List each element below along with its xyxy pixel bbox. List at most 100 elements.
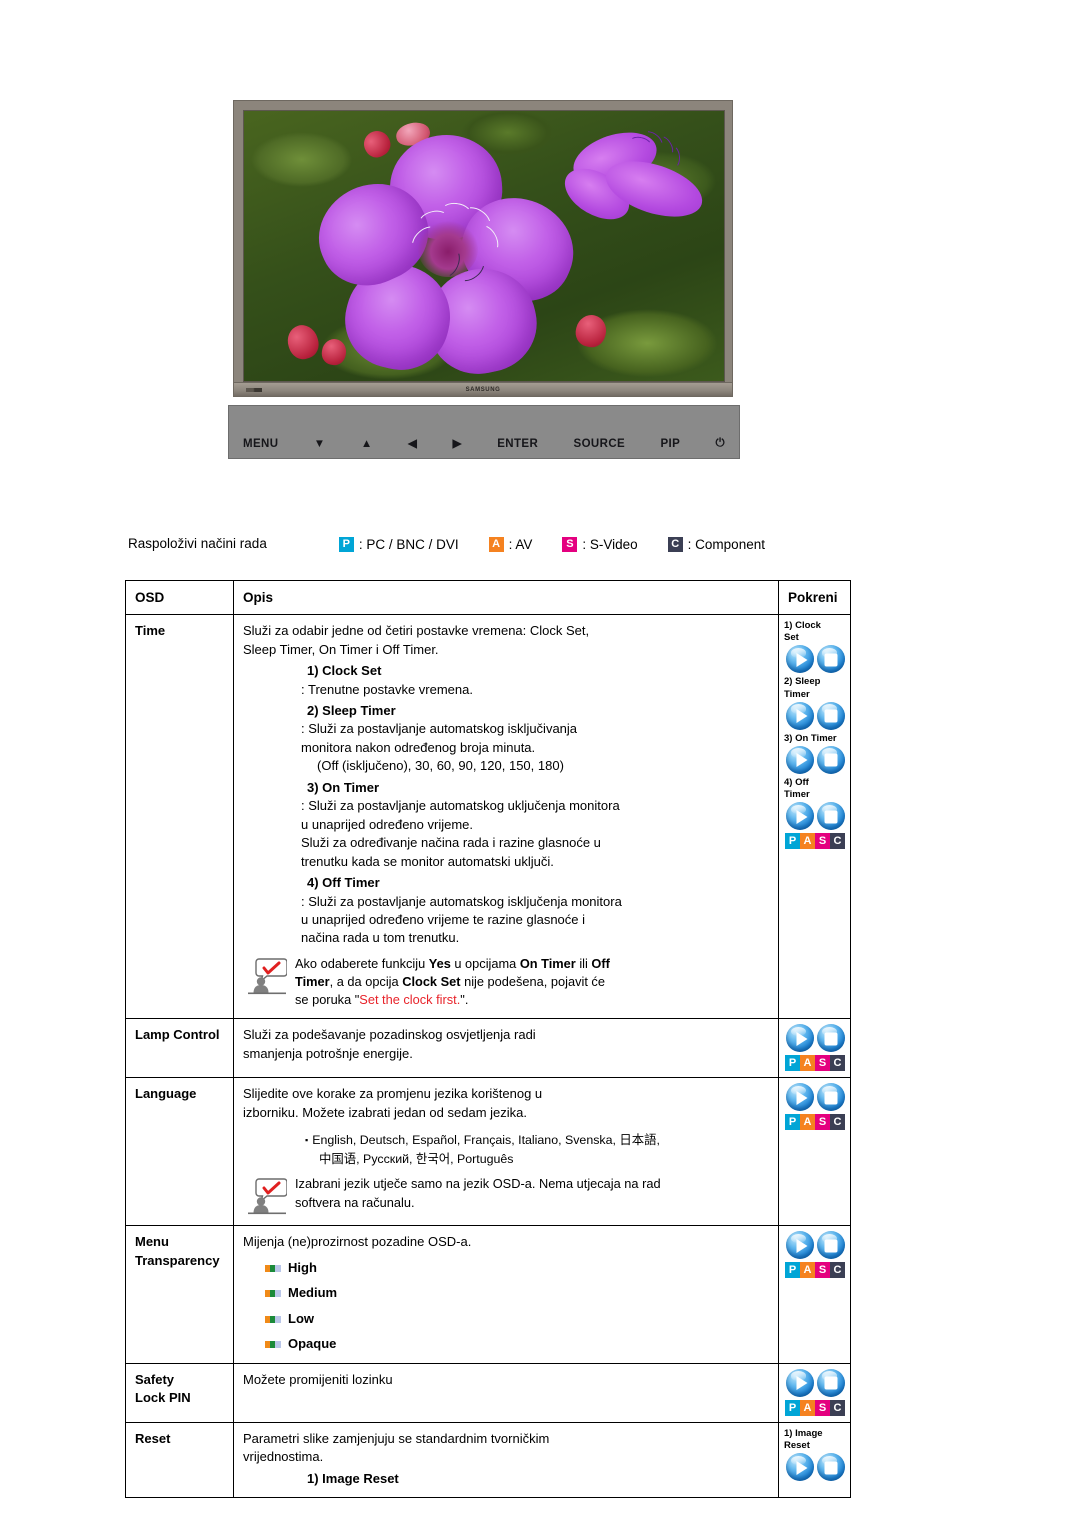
monitor-button-source[interactable]: SOURCE: [574, 438, 626, 450]
description-text: Mijenja (ne)prozirnost pozadine OSD-a.: [243, 1234, 472, 1250]
enter-square-glyph: [824, 1376, 837, 1390]
osd-button-pair: [784, 1083, 846, 1112]
enter-button-icon[interactable]: [816, 1024, 845, 1053]
enter-square-glyph: [824, 1239, 837, 1253]
pasc-badge-p: P: [785, 1055, 800, 1072]
enter-square-glyph: [824, 753, 837, 767]
monitor-button-up[interactable]: ▲: [361, 438, 373, 451]
osd-button-pair: [784, 645, 846, 674]
transparency-option[interactable]: Medium: [265, 1284, 769, 1302]
play-button-icon[interactable]: [785, 1024, 814, 1053]
sub-option-description: : Trenutne postavke vremena.: [301, 681, 473, 697]
transparency-option[interactable]: Low: [265, 1310, 769, 1328]
pokreni-step-label: 2) Sleep Timer: [784, 676, 821, 700]
monitor-illustration: SAMSUNG MENU ▼ ▲ ◀ ▶ ENTER SOURCE PIP ⏻: [228, 100, 740, 459]
osd-button-pair: [784, 1453, 846, 1482]
monitor-button-pip[interactable]: PIP: [660, 438, 680, 450]
transparency-bullet-icon: [265, 1264, 281, 1272]
pokreni-step-label: 3) On Timer: [784, 732, 837, 744]
enter-button-icon[interactable]: [816, 645, 845, 674]
description-text: Slijedite ove korake za promjenu jezika …: [243, 1086, 543, 1120]
monitor-button-enter[interactable]: ENTER: [497, 438, 538, 450]
secondary-purple-flower: [556, 122, 712, 239]
play-button-icon[interactable]: [785, 1231, 814, 1260]
transparency-bullet-icon: [265, 1290, 281, 1298]
note-person-checkmark-icon: [247, 1176, 288, 1216]
note-block: Izabrani jezik utječe samo na jezik OSD-…: [247, 1175, 769, 1216]
sub-option-description: : Služi za postavljanje automatskog iskl…: [301, 721, 578, 755]
transparency-option-label: Opaque: [288, 1336, 337, 1352]
enter-button-icon[interactable]: [816, 1453, 845, 1482]
osd-description-table: OSD Opis Pokreni Time Služi za odabir jed…: [125, 579, 851, 1499]
play-button-icon[interactable]: [785, 701, 814, 730]
osd-name-cell: Language: [125, 1077, 234, 1227]
monitor-button-left[interactable]: ◀: [408, 438, 417, 451]
pokreni-cell: PASC: [778, 1225, 851, 1364]
pokreni-cell: PASC: [778, 1018, 851, 1079]
pokreni-cell: 1) Clock Set 2) Sleep Timer 3) On Timer 4) …: [778, 614, 851, 1020]
play-triangle-glyph: [796, 809, 807, 824]
enter-button-icon[interactable]: [816, 745, 845, 774]
monitor-button-power[interactable]: ⏻: [716, 437, 726, 450]
table-row: Reset Parametri slike zamjenjuju se stand…: [125, 1421, 851, 1499]
osd-name-cell: Menu Transparency: [125, 1225, 234, 1364]
play-button-icon[interactable]: [785, 745, 814, 774]
enter-button-icon[interactable]: [816, 802, 845, 831]
enter-button-icon[interactable]: [816, 1368, 845, 1397]
pasc-badge-c: C: [830, 1114, 845, 1131]
play-button-icon[interactable]: [785, 1368, 814, 1397]
sub-option-values: (Off (isključeno), 30, 60, 90, 120, 150,…: [317, 758, 564, 774]
monitor-button-right[interactable]: ▶: [453, 438, 462, 451]
transparency-option[interactable]: High: [265, 1259, 769, 1277]
transparency-option[interactable]: Opaque: [265, 1335, 769, 1353]
sub-option-title: 4) Off Timer: [307, 875, 380, 891]
pasc-badge-a: A: [800, 833, 815, 850]
mode-label: : PC / BNC / DVI: [358, 537, 459, 552]
play-button-icon[interactable]: [785, 802, 814, 831]
pasc-badge-a: A: [800, 1399, 815, 1416]
description-text: Služi za podešavanje pozadinskog osvjetl…: [243, 1027, 536, 1061]
description-cell: Slijedite ove korake za promjenu jezika …: [233, 1077, 779, 1227]
mode-label: : Component: [687, 537, 765, 552]
mode-badge-icon: S: [562, 537, 578, 552]
pokreni-step-label: 1) Image Reset: [784, 1427, 823, 1451]
monitor-button-down[interactable]: ▼: [314, 438, 326, 451]
enter-button-icon[interactable]: [816, 1231, 845, 1260]
transparency-bullet-icon: [265, 1340, 281, 1348]
osd-button-pair: [784, 745, 846, 774]
pasc-badge-s: S: [815, 1262, 830, 1279]
pasc-badge-s: S: [815, 1114, 830, 1131]
pasc-badge-a: A: [800, 1055, 815, 1072]
table-row: Lamp Control Služi za podešavanje pozadin…: [125, 1018, 851, 1079]
enter-square-glyph: [824, 653, 837, 667]
mode-label: : S-Video: [582, 537, 638, 552]
pokreni-cell: PASC: [778, 1077, 851, 1227]
main-purple-flower: [302, 131, 589, 381]
play-triangle-glyph: [796, 1090, 807, 1105]
pokreni-cell: 1) Image Reset: [778, 1421, 851, 1499]
mode-label: : AV: [508, 537, 533, 552]
enter-button-icon[interactable]: [816, 1083, 845, 1112]
mode-badge-icon: A: [488, 537, 504, 552]
pasc-badge-a: A: [800, 1114, 815, 1131]
transparency-bullet-icon: [265, 1315, 281, 1323]
play-triangle-glyph: [796, 653, 807, 668]
note-block: Ako odaberete funkciju Yes u opcijama On…: [247, 955, 769, 1009]
sub-option-title: 3) On Timer: [307, 779, 380, 795]
play-button-icon[interactable]: [785, 1083, 814, 1112]
play-button-icon[interactable]: [785, 1453, 814, 1482]
column-header-pokreni: Pokreni: [778, 579, 851, 616]
monitor-bezel: [233, 100, 733, 383]
monitor-button-menu[interactable]: MENU: [243, 438, 278, 450]
transparency-option-label: Medium: [288, 1285, 338, 1301]
enter-square-glyph: [824, 709, 837, 723]
osd-name-cell: Time: [125, 614, 234, 1020]
enter-button-icon[interactable]: [816, 701, 845, 730]
play-button-icon[interactable]: [785, 645, 814, 674]
table-row: Menu Transparency Mijenja (ne)prozirnost …: [125, 1225, 851, 1364]
bullet-icon: ▪: [305, 1135, 309, 1146]
play-triangle-glyph: [796, 1460, 807, 1475]
pasc-badge-row: PASC: [784, 833, 846, 850]
pasc-badge-row: PASC: [784, 1262, 846, 1279]
sub-option-description: : Služi za postavljanje automatskog iskl…: [301, 893, 622, 946]
